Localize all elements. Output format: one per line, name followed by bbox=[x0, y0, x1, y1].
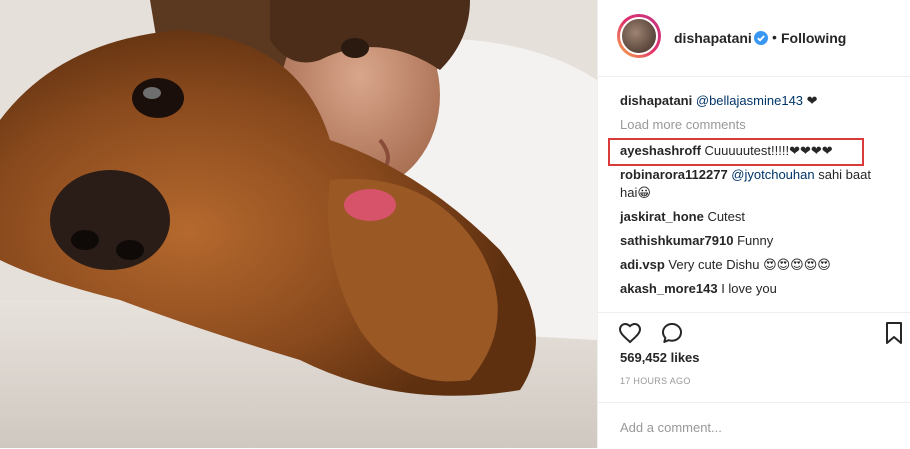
dog-selfie-image bbox=[0, 0, 597, 448]
following-button[interactable]: Following bbox=[781, 30, 846, 46]
comment-text: Cutest bbox=[703, 209, 746, 224]
comment-text-continued: hai😀 bbox=[620, 185, 651, 200]
action-bar bbox=[598, 312, 910, 353]
caption-text: ❤ bbox=[803, 93, 818, 108]
post-timestamp[interactable]: 17 HOURS AGO bbox=[620, 376, 691, 386]
verified-badge-icon bbox=[754, 31, 768, 45]
avatar-image bbox=[620, 17, 658, 55]
post-photo[interactable] bbox=[0, 0, 597, 448]
comment-item: sathishkumar7910 Funny bbox=[620, 232, 773, 250]
post-header: dishapatani • Following bbox=[598, 0, 910, 77]
bookmark-icon[interactable] bbox=[882, 321, 906, 345]
comment-text: I love you bbox=[717, 281, 777, 296]
comment-username[interactable]: robinarora112277 bbox=[620, 167, 728, 182]
separator-dot: • bbox=[772, 29, 777, 45]
load-more-comments[interactable]: Load more comments bbox=[620, 116, 746, 134]
comment-mention[interactable]: @jyotchouhan bbox=[728, 167, 814, 182]
comment-username[interactable]: akash_more143 bbox=[620, 281, 718, 296]
highlight-box bbox=[608, 138, 864, 166]
comment-username[interactable]: jaskirat_hone bbox=[620, 209, 704, 224]
likes-count[interactable]: 569,452 likes bbox=[620, 350, 700, 365]
post-side-panel: dishapatani • Following dishapatani @bel… bbox=[597, 0, 910, 448]
instagram-post: dishapatani • Following dishapatani @bel… bbox=[0, 0, 910, 448]
caption: dishapatani @bellajasmine143 ❤ bbox=[620, 92, 818, 110]
author-avatar[interactable] bbox=[617, 14, 661, 58]
comment-text: Very cute Dishu 😍😍😍😍😍 bbox=[664, 257, 831, 272]
comment-text: Funny bbox=[733, 233, 774, 248]
comment-item: robinarora112277 @jyotchouhan sahi baat bbox=[620, 166, 871, 184]
author-username[interactable]: dishapatani bbox=[674, 30, 752, 46]
caption-mention[interactable]: @bellajasmine143 bbox=[696, 93, 803, 108]
heart-icon[interactable] bbox=[618, 321, 642, 345]
add-comment-input[interactable] bbox=[618, 415, 892, 439]
comment-composer bbox=[598, 402, 910, 449]
caption-username[interactable]: dishapatani bbox=[620, 93, 692, 108]
comment-item: adi.vsp Very cute Dishu 😍😍😍😍😍 bbox=[620, 256, 831, 274]
comment-username[interactable]: sathishkumar7910 bbox=[620, 233, 733, 248]
comment-item: akash_more143 I love you bbox=[620, 280, 777, 298]
comment-icon[interactable] bbox=[660, 321, 684, 345]
comment-text: sahi baat bbox=[814, 167, 871, 182]
comment-item: jaskirat_hone Cutest bbox=[620, 208, 745, 226]
comment-username[interactable]: adi.vsp bbox=[620, 257, 665, 272]
